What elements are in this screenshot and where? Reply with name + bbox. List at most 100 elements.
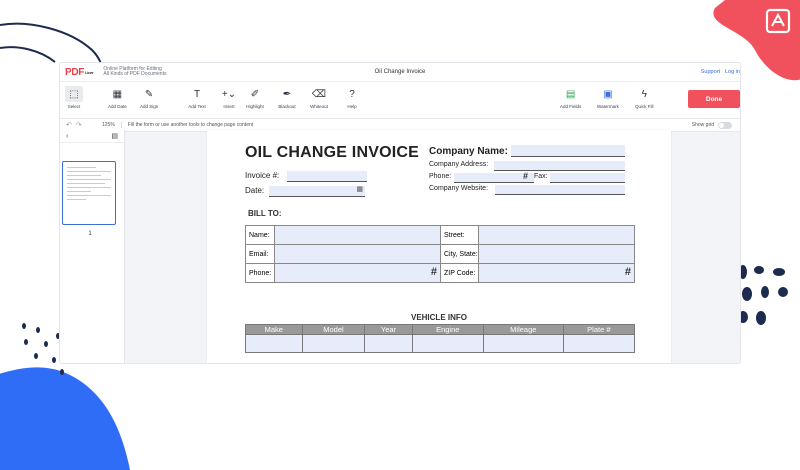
editor-window: PDF Liner Online Platform for Editing Al… [60,63,740,363]
phone-hash: # [523,171,529,181]
decorative-dots-right [738,265,788,325]
add-fields-label: Add Fields [560,104,582,109]
bill-phone-label: Phone: [245,263,275,283]
undo-redo: ↶ ↷ [60,121,94,129]
add-date-tool[interactable]: ▦ Add Date [108,86,127,110]
watermark-tool[interactable]: ▣ Watermark [597,86,619,110]
bill-to-table: Name: Street: Email: City, State: Phone:… [245,225,636,283]
help-question-icon: ? [349,88,355,100]
col-model: Model [301,324,366,335]
zip-code-label: ZIP Code: [440,263,479,283]
blackout-label: Blackout [278,104,296,109]
whiteout-label: Whiteout [310,104,328,109]
company-phone-field[interactable] [454,173,534,183]
logo-sub: Liner [85,69,94,75]
company-name-label: Company Name: [429,146,508,157]
pages-icon[interactable]: ▤ [111,132,118,140]
bill-to-heading: BILL TO: [248,209,282,218]
blackout-tool[interactable]: ✒ Blackout [278,86,296,110]
show-grid-toggle[interactable]: Show grid [692,121,732,129]
make-field[interactable] [245,334,303,353]
city-state-label: City, State: [440,244,479,264]
undo-icon[interactable]: ↶ [66,121,72,129]
date-label: Date: [245,186,265,195]
add-text-tool[interactable]: T Add Text [188,86,206,110]
email-label: Email: [245,244,275,264]
page-sidebar: ‹ ▤ 1 [60,130,125,363]
page-thumbnail[interactable] [62,161,116,225]
fax-label: Fax: [534,173,548,180]
invoice-number-label: Invoice #: [245,171,280,180]
sidebar-header: ‹ ▤ [60,130,124,143]
zip-code-field[interactable]: # [477,263,636,283]
add-sign-label: Add Sign [140,104,159,109]
engine-field[interactable] [411,334,484,353]
company-address-field[interactable] [494,161,625,171]
tagline-line-2: All Kinds of PDF Documents [103,71,167,77]
quick-fill-tool[interactable]: ϟ Quick Fill [635,86,654,110]
redo-icon[interactable]: ↷ [76,121,82,129]
highlighter-icon: ✐ [250,88,260,100]
select-cursor-icon: ⬚ [65,86,83,102]
select-tool[interactable]: ⬚ Select [65,86,83,109]
calendar-icon[interactable]: ▦ [356,185,363,193]
company-address-label: Company Address: [429,161,489,168]
page-number: 1 [88,231,92,237]
help-label: Help [347,104,357,109]
signature-pen-icon: ✎ [144,88,154,100]
city-state-field[interactable] [477,244,636,264]
vehicle-info-table: Make Model Year Engine Mileage Plate # [245,324,636,353]
top-bar: PDF Liner Online Platform for Editing Al… [60,63,740,82]
watermark-doc-icon: ▣ [603,88,613,100]
blackout-marker-icon: ✒ [282,88,292,100]
highlight-tool[interactable]: ✐ Highlight [246,86,264,110]
zip-hash: # [624,266,631,278]
highlight-label: Highlight [246,104,264,109]
col-engine: Engine [411,324,484,335]
watermark-label: Watermark [597,104,619,109]
col-make: Make [245,324,303,335]
date-field[interactable]: ▦ [269,186,365,197]
mileage-field[interactable] [482,334,564,353]
add-sign-tool[interactable]: ✎ Add Sign [140,86,159,110]
plate-field[interactable] [562,334,636,353]
bill-phone-field[interactable]: # [274,263,441,283]
col-plate: Plate # [562,324,636,335]
phone-label: Phone: [429,173,452,180]
toolbar: ⬚ Select ▦ Add Date ✎ Add Sign T Add Tex… [60,82,740,119]
whiteout-tool[interactable]: ⌫ Whiteout [310,86,328,110]
text-t-icon: T [193,88,201,100]
tagline: Online Platform for Editing All Kinds of… [103,66,167,78]
toggle-switch[interactable] [718,121,732,129]
fax-field[interactable] [550,173,625,183]
model-field[interactable] [301,334,366,353]
name-label: Name: [245,225,275,245]
zoom-select[interactable]: 125% [102,122,122,128]
company-website-field[interactable] [495,185,625,195]
fields-grid-icon: ▤ [565,88,576,100]
login-link[interactable]: Log in [725,69,740,75]
add-fields-tool[interactable]: ▤ Add Fields [560,86,582,110]
bill-phone-hash: # [430,266,437,278]
street-field[interactable] [477,225,636,245]
vehicle-info-heading: VEHICLE INFO [410,313,467,322]
collapse-chevron-icon[interactable]: ‹ [66,133,68,140]
logo-text: PDF [65,66,85,78]
pdfliner-logo[interactable]: PDF Liner [65,66,94,78]
email-field[interactable] [274,244,441,264]
invoice-title: OIL CHANGE INVOICE [245,144,419,161]
lightning-icon: ϟ [641,88,647,100]
insert-tool[interactable]: +⌄ Insert [220,86,238,110]
year-field[interactable] [364,334,413,353]
calendar-icon: ▦ [112,88,123,100]
done-button[interactable]: Done [688,90,740,108]
invoice-number-field[interactable] [287,171,367,182]
company-name-field[interactable] [511,145,625,157]
plus-dropdown-icon: +⌄ [221,88,237,100]
support-link[interactable]: Support [701,69,720,75]
help-tool[interactable]: ? Help [343,86,361,110]
add-text-label: Add Text [188,104,206,109]
main-area: ‹ ▤ 1 OIL CHANGE INVOICE Invoice #: Date… [60,130,740,363]
col-mileage: Mileage [482,324,564,335]
name-field[interactable] [274,225,441,245]
